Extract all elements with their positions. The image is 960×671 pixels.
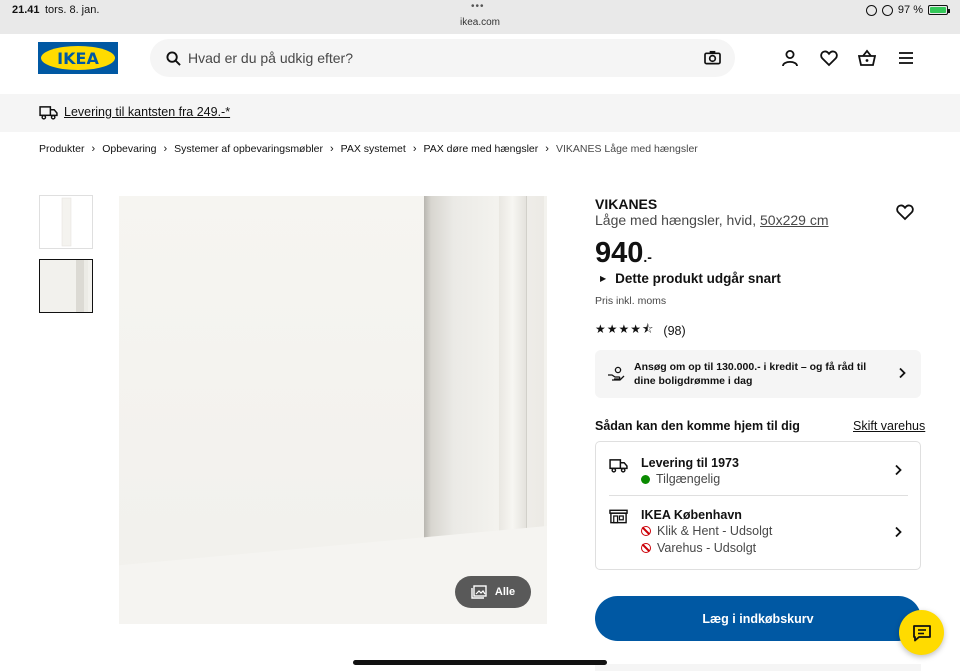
focus-mode-icon	[865, 4, 877, 16]
product-name: VIKANES	[595, 196, 658, 212]
credit-offer-box[interactable]: Ansøg om op til 130.000.- i kredit – og …	[595, 350, 921, 398]
store-icon	[609, 509, 628, 524]
available-dot-icon	[641, 474, 650, 484]
store-name: IKEA København	[641, 508, 742, 522]
rating-stars-icon: ★★★★⯪	[595, 322, 655, 336]
product-price: 940.-	[595, 237, 652, 270]
chevron-right-icon	[895, 464, 902, 476]
delivery-banner-link[interactable]: Levering til kantsten fra 249.-*	[64, 105, 230, 119]
price-value: 940	[595, 237, 644, 269]
price-suffix: .-	[643, 249, 652, 265]
home-delivery-status: Tilgængelig	[641, 472, 720, 486]
account-icon[interactable]	[781, 49, 799, 67]
discontinued-notice[interactable]: ▶ Dette produkt udgår snart	[600, 271, 781, 286]
chevron-right-icon: ›	[412, 143, 417, 155]
chevron-right-icon	[899, 367, 906, 379]
breadcrumb-storage[interactable]: Opbevaring	[102, 143, 156, 155]
breadcrumb-pax-system[interactable]: PAX systemet	[341, 143, 406, 155]
add-to-cart-button[interactable]: Læg i indkøbskurv	[595, 596, 921, 641]
product-size-link[interactable]: 50x229 cm	[760, 212, 828, 228]
status-time: 21.41	[12, 4, 40, 16]
home-delivery-row[interactable]: Levering til 1973 Tilgængelig	[596, 442, 920, 496]
menu-hamburger-icon[interactable]	[897, 49, 915, 67]
discontinued-text: Dette produkt udgår snart	[615, 271, 781, 286]
home-delivery-title: Levering til 1973	[641, 456, 739, 470]
availability-box: Levering til 1973 Tilgængelig IKEA Køben…	[595, 441, 921, 570]
door-closeup-thumbnail-image	[40, 260, 92, 312]
ikea-logo[interactable]: IKEA	[38, 42, 118, 74]
battery-icon	[928, 5, 950, 15]
delivery-banner: Levering til kantsten fra 249.-*	[0, 94, 960, 132]
bottom-panel-edge	[595, 664, 921, 671]
chevron-right-icon: ›	[163, 143, 168, 155]
thumbnail-1[interactable]	[39, 195, 93, 249]
store-availability-row[interactable]: IKEA København Klik & Hent - Udsolgt Var…	[596, 496, 920, 570]
click-collect-status: Klik & Hent - Udsolgt	[641, 524, 772, 538]
expand-triangle-icon: ▶	[600, 274, 607, 283]
camera-search-icon[interactable]	[704, 50, 721, 65]
delivery-truck-icon	[609, 459, 628, 473]
status-date: tors. 8. jan.	[45, 4, 100, 16]
product-rating[interactable]: ★★★★⯪ (98)	[595, 320, 686, 341]
home-delivery-status-text: Tilgængelig	[656, 472, 721, 486]
unavailable-icon	[641, 543, 651, 553]
search-icon	[166, 51, 181, 66]
in-store-text: Varehus - Udsolgt	[657, 541, 757, 555]
delivery-truck-icon	[39, 106, 58, 120]
search-input[interactable]	[188, 39, 688, 77]
status-indicators: 97 %	[865, 4, 950, 16]
view-all-label: Alle	[494, 586, 516, 598]
breadcrumb-products[interactable]: Produkter	[39, 143, 85, 155]
logo-text: IKEA	[41, 46, 115, 70]
home-indicator[interactable]	[353, 660, 607, 665]
breadcrumb-current: VIKANES Låge med hængsler	[555, 143, 698, 155]
in-store-status: Varehus - Udsolgt	[641, 541, 756, 555]
main-product-image[interactable]: Alle	[119, 196, 547, 624]
chat-icon	[912, 624, 931, 641]
product-type: Låge med hængsler, hvid,	[595, 212, 757, 228]
delivery-options-title: Sådan kan den komme hjem til dig	[595, 419, 800, 433]
thumbnail-2-selected[interactable]	[39, 259, 93, 313]
door-thumbnail-image	[61, 197, 72, 247]
view-all-images-button[interactable]: Alle	[455, 576, 531, 608]
breadcrumb: Produkter › Opbevaring › Systemer af opb…	[39, 143, 698, 155]
breadcrumb-pax-doors[interactable]: PAX døre med hængsler	[424, 143, 539, 155]
add-to-favourites-heart-icon[interactable]	[896, 203, 914, 221]
status-bar: 21.41 tors. 8. jan. ••• ikea.com 97 %	[0, 0, 960, 34]
browser-url[interactable]: ikea.com	[0, 17, 960, 28]
battery-level	[930, 7, 946, 13]
credit-offer-text: Ansøg om op til 130.000.- i kredit – og …	[634, 361, 867, 387]
rating-count: (98)	[663, 323, 686, 338]
change-store-link[interactable]: Skift varehus	[853, 419, 925, 433]
vat-note: Pris inkl. moms	[595, 295, 667, 307]
chevron-right-icon: ›	[329, 143, 334, 155]
site-header: IKEA	[0, 34, 960, 94]
location-icon	[881, 4, 893, 16]
product-description: Låge med hængsler, hvid, 50x229 cm	[595, 212, 828, 228]
chat-button[interactable]	[899, 610, 944, 655]
battery-percent: 97 %	[897, 4, 923, 16]
cart-basket-icon[interactable]	[858, 49, 876, 67]
chevron-right-icon: ›	[91, 143, 96, 155]
unavailable-icon	[641, 526, 651, 536]
more-dots-icon[interactable]: •••	[471, 1, 485, 12]
chevron-right-icon	[895, 526, 902, 538]
click-collect-text: Klik & Hent - Udsolgt	[657, 524, 773, 538]
wishlist-heart-icon[interactable]	[820, 49, 838, 67]
gallery-icon	[471, 585, 487, 599]
hand-coin-icon	[608, 366, 625, 381]
chevron-right-icon: ›	[545, 143, 549, 155]
search-bar[interactable]	[150, 39, 735, 77]
breadcrumb-storage-systems[interactable]: Systemer af opbevaringsmøbler	[174, 143, 323, 155]
